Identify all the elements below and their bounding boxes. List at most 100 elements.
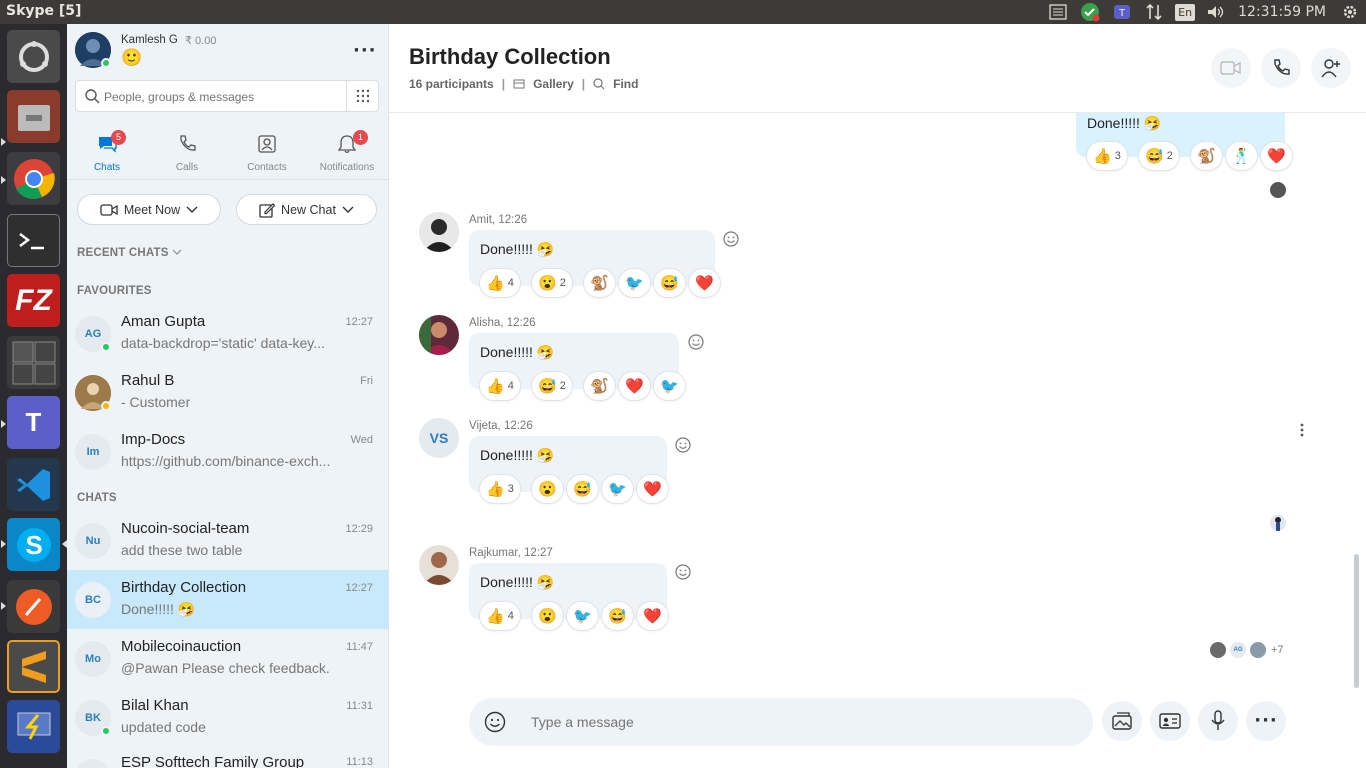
network-icon[interactable] — [1143, 3, 1165, 21]
recent-chats-dropdown[interactable]: RECENT CHATS — [77, 247, 182, 259]
reaction-pill[interactable]: 🐒 — [1190, 141, 1223, 171]
reaction-pill[interactable]: ❤️ — [636, 474, 669, 504]
participants-link[interactable]: 16 participants — [409, 77, 494, 91]
add-reaction-icon[interactable] — [722, 230, 740, 248]
sender-label: Alisha, 12:26 — [469, 317, 536, 329]
reaction-pill[interactable]: 👍 4 — [479, 601, 521, 631]
conversation-title[interactable]: Birthday Collection — [409, 44, 611, 70]
teams-icon[interactable]: T — [1111, 3, 1133, 21]
voice-message-button[interactable] — [1198, 701, 1238, 741]
share-contact-button[interactable] — [1150, 701, 1190, 741]
sublime-text-icon[interactable] — [7, 640, 60, 693]
reaction-pill[interactable]: 👍 3 — [479, 474, 521, 504]
reaction-pill[interactable]: 🐦 — [653, 371, 686, 401]
vscode-icon[interactable] — [7, 458, 60, 511]
meet-now-button[interactable]: Meet Now — [77, 194, 221, 225]
message-more-options-icon[interactable] — [1299, 423, 1305, 437]
search-box[interactable] — [75, 80, 379, 112]
reaction-pill[interactable]: 😮 — [531, 474, 564, 504]
ubuntu-dash-icon[interactable] — [7, 30, 60, 83]
reaction-pill[interactable]: ❤️ — [1260, 141, 1293, 171]
reaction-pill[interactable]: ❤️ — [618, 371, 651, 401]
reaction-pill[interactable]: 👍 3 — [1086, 141, 1128, 171]
profile-credit[interactable]: ₹ 0.00 — [185, 34, 216, 47]
vijeta-avatar[interactable]: VS — [419, 418, 459, 458]
reaction-pill[interactable]: 🐦 — [601, 474, 634, 504]
reaction-emoji: ❤️ — [643, 481, 662, 498]
settings-gear-icon[interactable] — [1339, 3, 1361, 21]
audio-call-button[interactable] — [1261, 48, 1301, 88]
reaction-emoji: 🐦 — [608, 481, 627, 498]
media-icon — [1112, 712, 1132, 730]
message-composer[interactable] — [469, 698, 1093, 746]
reaction-pill[interactable]: ❤️ — [636, 601, 669, 631]
new-chat-button[interactable]: New Chat — [236, 194, 377, 225]
reaction-pill[interactable]: 🐦 — [618, 268, 651, 298]
skype-icon[interactable]: S — [7, 518, 60, 571]
reaction-pill[interactable]: 😮 2 — [531, 268, 573, 298]
profile-name[interactable]: Kamlesh G — [121, 34, 178, 46]
workspace-switcher-icon[interactable] — [7, 336, 60, 389]
add-reaction-icon[interactable] — [687, 333, 705, 351]
reaction-pill[interactable]: 🐒 — [583, 371, 616, 401]
gallery-link[interactable]: Gallery — [533, 77, 574, 91]
reaction-pill[interactable]: 🐦 — [566, 601, 599, 631]
tab-calls[interactable]: Calls — [147, 132, 227, 178]
reaction-pill[interactable]: 😅 2 — [1138, 141, 1180, 171]
reaction-pill[interactable]: 😅 — [653, 268, 686, 298]
more-options-icon[interactable]: ··· — [353, 40, 377, 61]
reaction-pill[interactable]: ❤️ — [688, 268, 721, 298]
chat-item-mobilecoinauction[interactable]: Mo Mobilecoinauction 11:47 @Pawan Please… — [67, 629, 388, 688]
add-people-button[interactable] — [1311, 48, 1351, 88]
emoji-icon[interactable] — [484, 711, 506, 733]
chat-item-birthday-collection[interactable]: BC Birthday Collection 12:27 Done!!!!! 🤧 — [67, 570, 388, 629]
skype-status-icon[interactable] — [1079, 3, 1101, 22]
reaction-pill[interactable]: 🕺 — [1225, 141, 1258, 171]
terminal-icon[interactable] — [7, 214, 60, 267]
reaction-pill[interactable]: 😅 — [601, 601, 634, 631]
message-input[interactable] — [531, 712, 1031, 732]
video-call-button[interactable] — [1211, 48, 1251, 88]
reaction-pill[interactable]: 👍 4 — [479, 371, 521, 401]
share-media-button[interactable] — [1102, 701, 1142, 741]
reaction-emoji: 🐒 — [590, 275, 609, 292]
tab-contacts[interactable]: Contacts — [227, 132, 307, 178]
reaction-pill[interactable]: 👍 4 — [479, 268, 521, 298]
reaction-pill[interactable]: 😅 2 — [531, 371, 573, 401]
teams-preview-icon[interactable]: T — [7, 396, 60, 449]
chrome-icon[interactable] — [7, 152, 60, 205]
add-reaction-icon[interactable] — [674, 436, 692, 454]
chat-item-aman-gupta[interactable]: AG Aman Gupta 12:27 data-backdrop='stati… — [67, 304, 388, 363]
menu-icon[interactable] — [1047, 3, 1069, 21]
mood-emoji[interactable]: 🙂 — [121, 48, 142, 68]
amit-avatar[interactable] — [419, 212, 459, 252]
add-reaction-icon[interactable] — [674, 563, 692, 581]
chat-time: 12:29 — [345, 523, 373, 535]
reaction-pill[interactable]: 🐒 — [583, 268, 616, 298]
network-manager-icon[interactable] — [7, 700, 60, 753]
chat-item-nucoin-social-team[interactable]: Nu Nucoin-social-team 12:29 add these tw… — [67, 511, 388, 570]
alisha-avatar[interactable] — [419, 315, 459, 355]
message-text: Done!!!!! 🤧 — [480, 574, 555, 590]
tab-chats[interactable]: 5 Chats — [67, 130, 147, 178]
dialpad-icon[interactable] — [356, 89, 370, 103]
volume-icon[interactable] — [1205, 3, 1227, 21]
more-compose-options-button[interactable]: ··· — [1246, 701, 1286, 741]
reaction-count: 4 — [507, 380, 514, 392]
chat-item-rahul-b[interactable]: Rahul B Fri - Customer — [67, 363, 388, 422]
files-icon[interactable] — [7, 90, 60, 143]
tab-notifications[interactable]: 1 Notifications — [307, 130, 387, 178]
chat-item-esp-softtech[interactable]: ESP Softtech Family Group 11:13 — [67, 747, 388, 768]
reaction-pill[interactable]: 😮 — [531, 601, 564, 631]
chat-item-bilal-khan[interactable]: BK Bilal Khan 11:31 updated code — [67, 688, 388, 747]
find-link[interactable]: Find — [613, 77, 638, 91]
clock[interactable]: 12:31:59 PM — [1238, 4, 1326, 20]
reaction-pill[interactable]: 😅 — [566, 474, 599, 504]
rajkumar-avatar[interactable] — [419, 545, 459, 585]
chat-item-imp-docs[interactable]: Im Imp-Docs Wed https://github.com/binan… — [67, 422, 388, 481]
filezilla-icon[interactable]: FZ — [7, 274, 60, 327]
keyboard-layout-icon[interactable]: En — [1175, 3, 1196, 21]
scrollbar[interactable] — [1354, 554, 1359, 688]
search-input[interactable] — [104, 87, 344, 107]
postman-icon[interactable] — [7, 580, 60, 633]
